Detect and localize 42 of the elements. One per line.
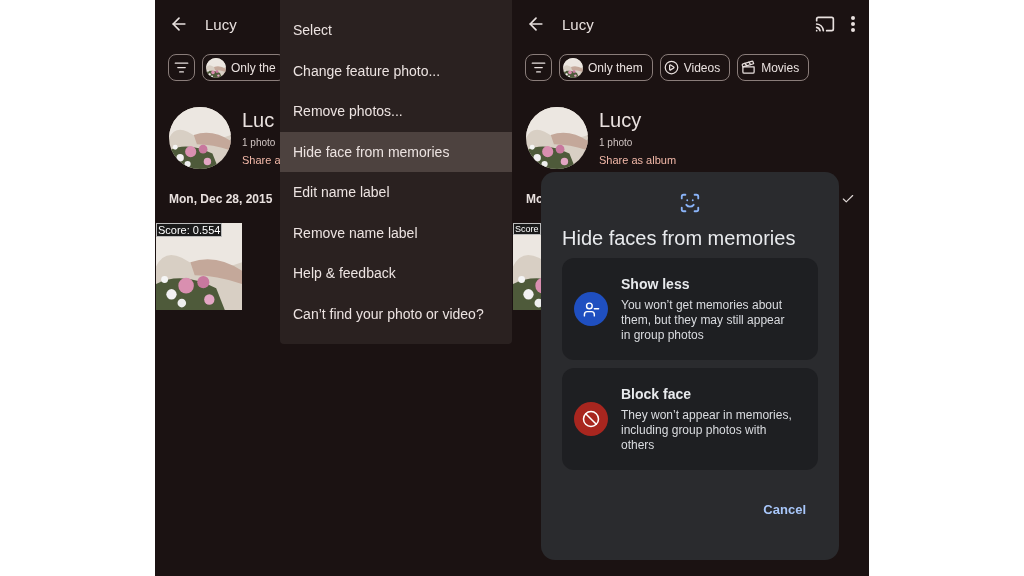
share-link[interactable]: Share as album — [599, 154, 677, 166]
menu-item[interactable]: Edit name label — [280, 172, 512, 213]
photo-count: 1 photo — [599, 137, 634, 148]
menu-item[interactable]: Hide face from memories — [280, 131, 512, 172]
option-title: Show less — [621, 275, 691, 292]
person-name: Luc — [242, 109, 276, 132]
cancel-button[interactable]: Cancel — [759, 498, 810, 521]
play-icon — [663, 60, 679, 75]
menu-item[interactable]: Remove photos... — [280, 91, 512, 132]
face-scan-icon — [679, 192, 701, 214]
filter-icon — [531, 60, 546, 75]
album-title: Lucy — [205, 15, 237, 33]
photo-tile[interactable]: Score: 0.554 — [156, 223, 242, 310]
filter-button[interactable] — [168, 54, 195, 81]
cast-button[interactable] — [815, 14, 835, 34]
menu-item[interactable]: Can’t find your photo or video? — [280, 293, 512, 334]
option-description: You won’t get memories about them, but they may still appear in group photos — [621, 297, 786, 343]
cast-icon — [815, 14, 835, 34]
more-button[interactable] — [851, 16, 855, 32]
filter-button[interactable] — [525, 54, 552, 81]
score-label: Score: 0.554 — [156, 223, 223, 237]
filter-chip[interactable]: Videos — [659, 54, 731, 81]
score-label: Score — [513, 223, 541, 235]
share-link[interactable]: Share a — [242, 154, 281, 166]
menu-item[interactable]: Select — [280, 10, 512, 51]
date-heading: Mon, Dec 28, 2015 — [169, 192, 273, 206]
menu-item[interactable]: Help & feedback — [280, 253, 512, 294]
option-description: They won’t appear in memories, including group photos with others — [621, 407, 793, 453]
menu-item[interactable]: Remove name label — [280, 212, 512, 253]
filter-icon — [174, 60, 189, 75]
person-name: Lucy — [599, 109, 643, 132]
filter-chip[interactable]: Movies — [737, 54, 810, 81]
option-title: Block face — [621, 385, 693, 402]
more-icon — [851, 16, 855, 32]
clapperboard-icon — [741, 60, 757, 75]
option-card[interactable]: Show less You won’t get memories about them, but they may still appear in group photos — [562, 258, 818, 360]
album-title: Lucy — [562, 15, 594, 33]
photo-count: 1 photo — [242, 137, 277, 148]
option-card[interactable]: Block face They won’t appear in memories, including group photos with others — [562, 368, 818, 470]
dialog-title: Hide faces from memories — [562, 227, 796, 250]
filter-chip[interactable]: Only them — [559, 54, 653, 81]
check-icon[interactable] — [841, 192, 855, 206]
